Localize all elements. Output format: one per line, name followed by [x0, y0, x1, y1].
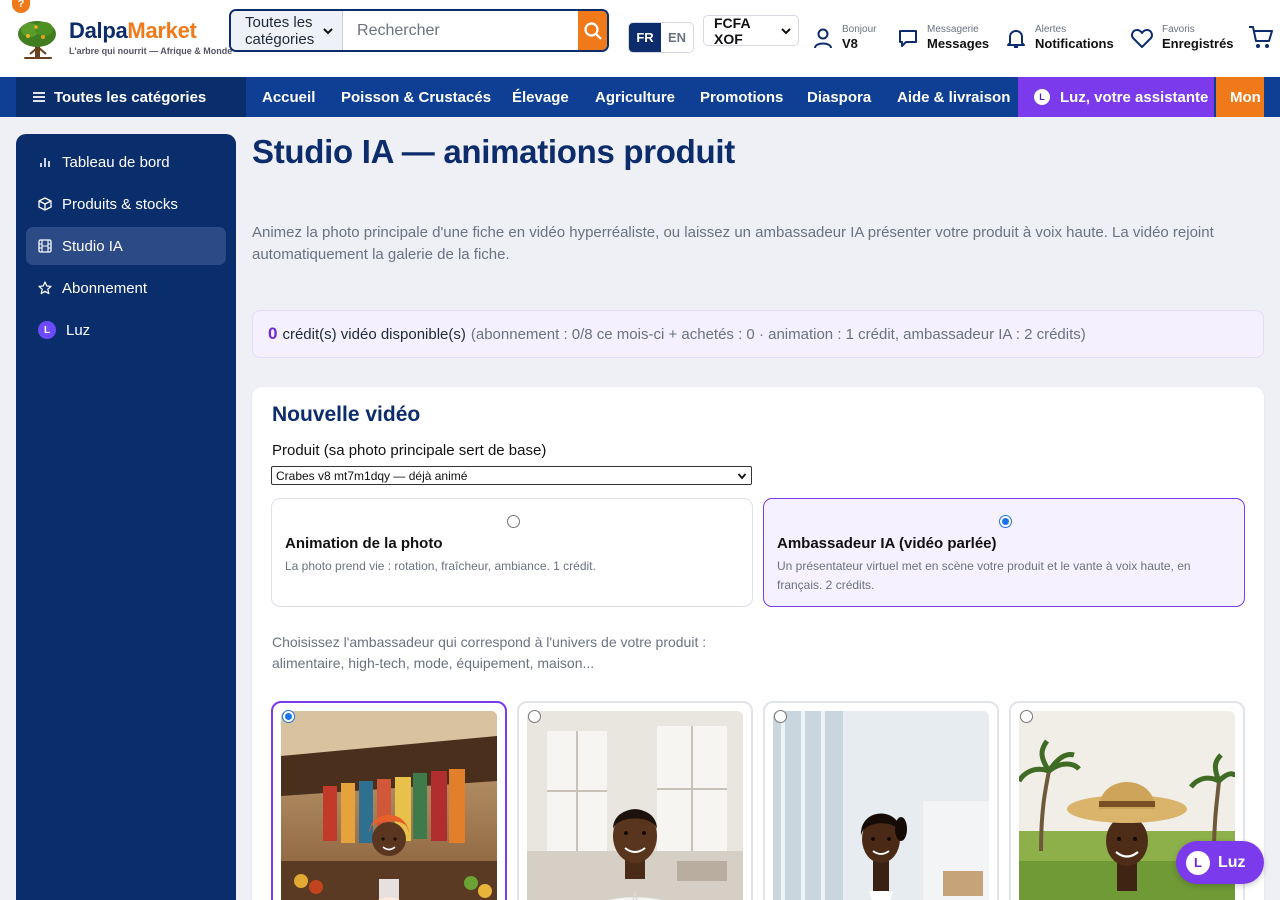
nav-link-mon[interactable]: Mon: [1216, 77, 1264, 117]
sidebar-item-produits-stocks[interactable]: Produits & stocks: [26, 185, 226, 223]
nav-luz-assistant[interactable]: L Luz, votre assistante: [1018, 77, 1214, 117]
luz-icon: L: [1034, 89, 1050, 105]
messages-link[interactable]: Messagerie Messages: [897, 24, 989, 51]
luz-icon: L: [38, 321, 56, 339]
credits-count: 0: [268, 324, 278, 343]
ambassador-helper-text: Choisissez l'ambassadeur qui correspond …: [272, 634, 707, 671]
product-select[interactable]: Crabes v8 mt7m1dqy — déjà animé: [271, 466, 752, 485]
star-icon: [38, 281, 52, 295]
sidebar-item-abonnement[interactable]: Abonnement: [26, 269, 226, 307]
page-intro: Animez la photo principale d'une fiche e…: [252, 224, 1214, 263]
ambassador-radio[interactable]: [1020, 710, 1033, 723]
bell-icon: [1005, 27, 1027, 49]
search-bar: Toutes les catégories: [229, 9, 609, 52]
chevron-down-icon: [737, 471, 747, 481]
site-header: ? DalpaMarket L'arbre qui nourrit — Afri…: [0, 0, 1280, 77]
heart-icon: [1130, 27, 1154, 49]
main-nav: Toutes les catégories Accueil Poisson & …: [0, 77, 1280, 117]
chat-icon: [897, 27, 919, 49]
ambassador-business-image: [773, 711, 989, 900]
ambassador-chef-image: [527, 711, 743, 900]
notifications-link[interactable]: Alertes Notifications: [1005, 24, 1114, 51]
search-button[interactable]: [578, 11, 607, 50]
mode-animation-radio[interactable]: [507, 515, 520, 528]
nav-link-elevage[interactable]: Élevage: [512, 77, 569, 117]
luz-floating-button[interactable]: L Luz: [1176, 841, 1264, 884]
nav-link-agriculture[interactable]: Agriculture: [595, 77, 675, 117]
logo-wordmark[interactable]: DalpaMarket: [69, 18, 197, 44]
nav-link-poisson[interactable]: Poisson & Crustacés: [341, 77, 491, 117]
mode-option-ambassador[interactable]: Ambassadeur IA (vidéo parlée) Un présent…: [763, 498, 1245, 607]
ambassador-market-image: [281, 711, 497, 900]
account-link[interactable]: Bonjour V8: [812, 24, 876, 51]
sidebar-item-luz[interactable]: L Luz: [26, 311, 226, 349]
search-input[interactable]: [343, 11, 579, 50]
chevron-down-icon: [322, 25, 334, 37]
nav-link-aide[interactable]: Aide & livraison: [897, 77, 1010, 117]
luz-icon: L: [1186, 850, 1210, 875]
chevron-down-icon: [780, 25, 792, 37]
help-icon[interactable]: ?: [12, 0, 30, 13]
cart-icon[interactable]: [1248, 24, 1274, 50]
mode-ambassador-radio[interactable]: [999, 515, 1012, 528]
credits-detail: (abonnement : 0/8 ce mois-ci + achetés :…: [470, 325, 1086, 343]
box-icon: [38, 197, 52, 211]
user-icon: [812, 27, 834, 49]
search-icon: [583, 21, 603, 41]
search-category-select[interactable]: Toutes les catégories: [231, 11, 344, 50]
nav-link-diaspora[interactable]: Diaspora: [807, 77, 871, 117]
nav-link-promotions[interactable]: Promotions: [700, 77, 783, 117]
mode-option-animation[interactable]: Animation de la photo La photo prend vie…: [271, 498, 753, 607]
ambassador-option-market[interactable]: [271, 701, 507, 900]
dashboard-sidebar: Tableau de bord Produits & stocks Studio…: [16, 134, 236, 900]
nav-link-accueil[interactable]: Accueil: [262, 77, 315, 117]
currency-select[interactable]: FCFA XOF: [703, 15, 799, 47]
logo-tree-icon[interactable]: [16, 18, 60, 60]
ambassador-option-chef[interactable]: [517, 701, 753, 900]
logo-tagline: L'arbre qui nourrit — Afrique & Monde: [69, 46, 233, 56]
new-video-card: Nouvelle vidéo Produit (sa photo princip…: [252, 387, 1264, 900]
favorites-link[interactable]: Favoris Enregistrés: [1130, 24, 1234, 51]
lang-fr-button[interactable]: FR: [629, 23, 661, 52]
sidebar-item-tableau-de-bord[interactable]: Tableau de bord: [26, 143, 226, 181]
all-categories-button[interactable]: Toutes les catégories: [16, 77, 246, 117]
product-label: Produit (sa photo principale sert de bas…: [272, 442, 547, 459]
menu-icon: [32, 91, 46, 103]
credits-banner: 0 crédit(s) vidéo disponible(s) (abonnem…: [252, 310, 1264, 358]
ambassador-radio[interactable]: [528, 710, 541, 723]
card-title: Nouvelle vidéo: [272, 403, 421, 426]
credits-label: crédit(s) vidéo disponible(s): [282, 325, 466, 343]
bar-chart-icon: [38, 155, 52, 169]
sidebar-item-studio-ia[interactable]: Studio IA: [26, 227, 226, 265]
ambassador-option-business[interactable]: [763, 701, 999, 900]
language-switcher: FR EN: [628, 22, 694, 53]
lang-en-button[interactable]: EN: [661, 23, 693, 52]
ambassador-radio[interactable]: [282, 710, 295, 723]
ambassador-radio[interactable]: [774, 710, 787, 723]
page-title: Studio IA — animations produit: [252, 133, 735, 170]
film-icon: [38, 239, 52, 253]
